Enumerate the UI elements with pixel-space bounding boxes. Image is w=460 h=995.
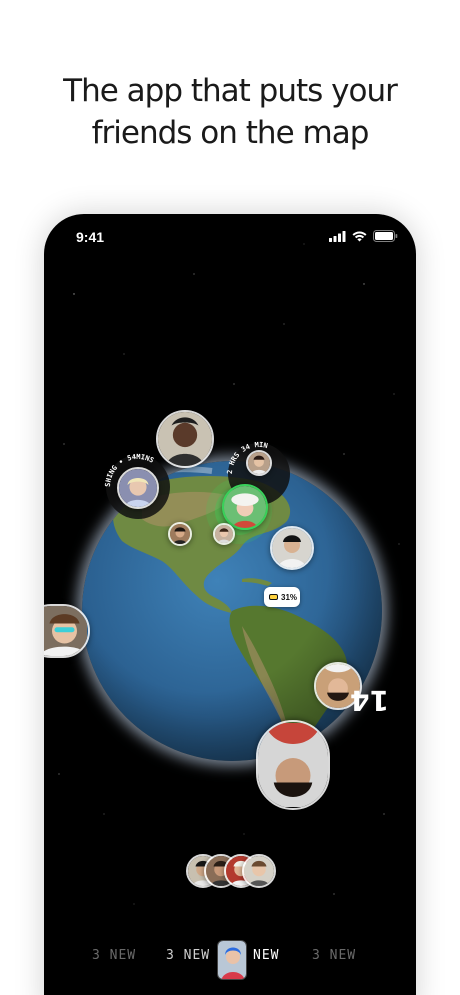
friend-avatar-left-ring[interactable] xyxy=(117,467,159,509)
battery-level-icon xyxy=(269,594,278,600)
moments-tab-bar: 3 NEW 3 NEW NEW 3 NEW xyxy=(44,940,416,980)
status-icons xyxy=(329,230,398,242)
battery-icon xyxy=(373,230,398,242)
friend-avatar-top[interactable] xyxy=(156,410,214,468)
friend-avatar-highlight[interactable] xyxy=(222,484,268,530)
friend-avatar-globe-2[interactable] xyxy=(213,523,235,545)
friend-avatar-small-ring[interactable] xyxy=(246,450,272,476)
friend-avatar-bottom-large[interactable] xyxy=(256,720,330,810)
page-headline: The app that puts your friends on the ma… xyxy=(0,70,460,154)
tab-new-2[interactable]: 3 NEW xyxy=(166,948,210,963)
battery-status-badge: 31% xyxy=(264,587,300,607)
wifi-icon xyxy=(352,231,367,241)
tab-new-active[interactable]: NEW xyxy=(253,948,279,963)
tab-new-1[interactable]: 3 NEW xyxy=(92,948,136,963)
friend-avatar-globe-1[interactable] xyxy=(168,522,192,546)
status-time: 9:41 xyxy=(76,229,105,245)
tab-new-4[interactable]: 3 NEW xyxy=(312,948,356,963)
headline-line-1: The app that puts your xyxy=(63,73,398,109)
battery-percent-text: 31% xyxy=(281,592,298,602)
stack-avatar-4 xyxy=(242,854,276,888)
headline-line-2: friends on the map xyxy=(91,115,370,151)
friends-avatar-stack[interactable] xyxy=(186,854,278,894)
cellular-signal-icon xyxy=(329,230,346,242)
phone-frame: 9:41 SHING • 54MINS 2 HRS 34 MIN 31% 14 … xyxy=(44,214,416,995)
friend-count-badge: 14 xyxy=(350,684,389,717)
friend-avatar-right[interactable] xyxy=(270,526,314,570)
active-tab-thumbnail[interactable] xyxy=(217,940,247,980)
